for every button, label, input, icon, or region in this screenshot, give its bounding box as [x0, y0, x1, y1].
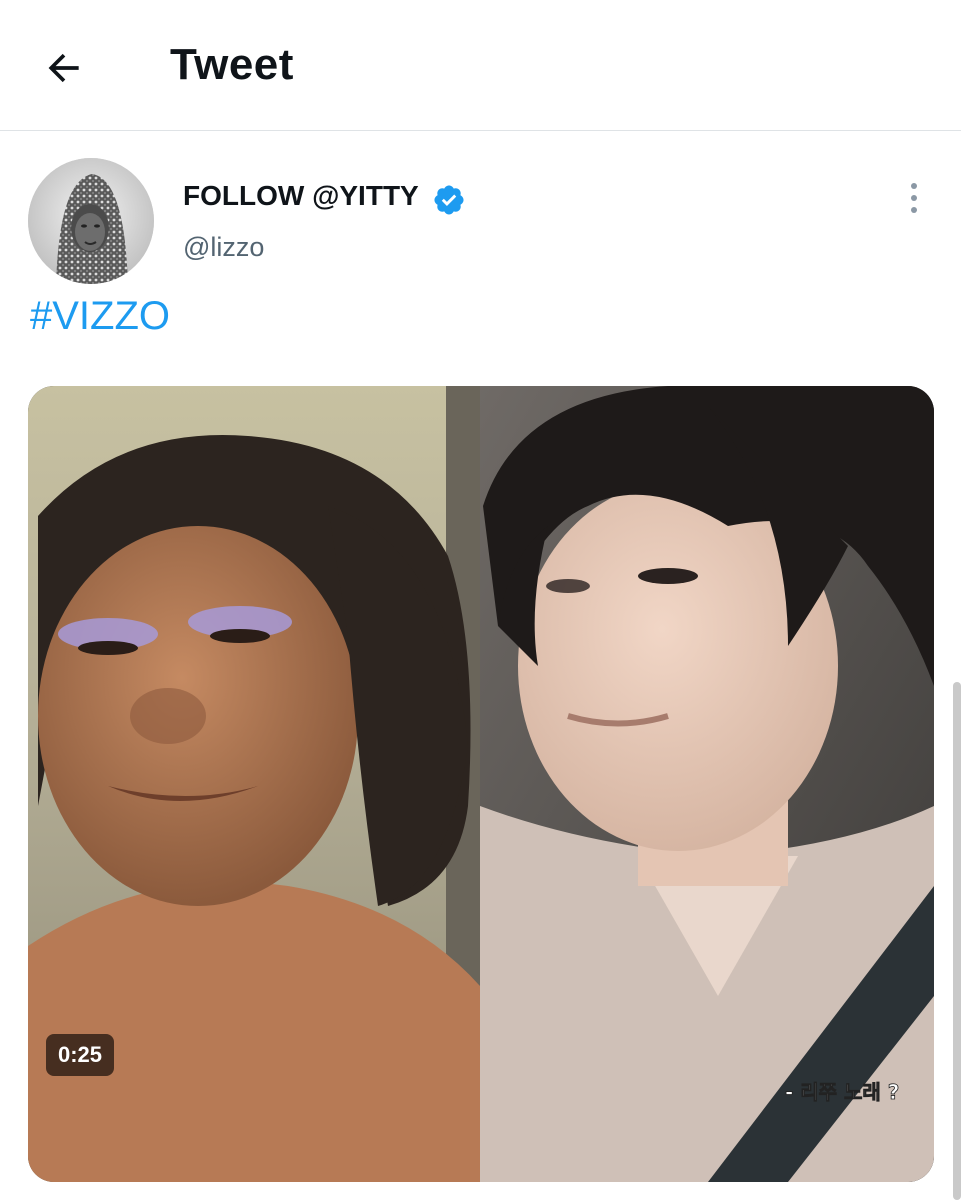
author-handle[interactable]: @lizzo: [183, 232, 264, 263]
arrow-left-icon: [48, 53, 79, 83]
scrollbar[interactable]: [953, 682, 961, 1200]
back-button[interactable]: [38, 42, 90, 94]
more-dot-icon: [911, 195, 917, 201]
tweet-hashtag-link[interactable]: #VIZZO: [30, 294, 170, 339]
video-duration-badge: 0:25: [46, 1034, 115, 1076]
more-dot-icon: [911, 183, 917, 189]
verified-badge-icon: [434, 185, 464, 215]
more-options-button[interactable]: [896, 178, 932, 218]
author-display-name[interactable]: FOLLOW @YITTY: [183, 180, 419, 212]
video-caption-overlay: - 리쭈 노래 ?: [785, 1080, 899, 1104]
page-title: Tweet: [170, 40, 294, 89]
more-dot-icon: [911, 207, 917, 213]
header-divider: [0, 130, 961, 131]
tweet-video[interactable]: - 리쭈 노래 ? 0:25: [28, 386, 934, 1182]
top-bar: Tweet: [0, 0, 961, 130]
avatar[interactable]: [28, 158, 154, 284]
